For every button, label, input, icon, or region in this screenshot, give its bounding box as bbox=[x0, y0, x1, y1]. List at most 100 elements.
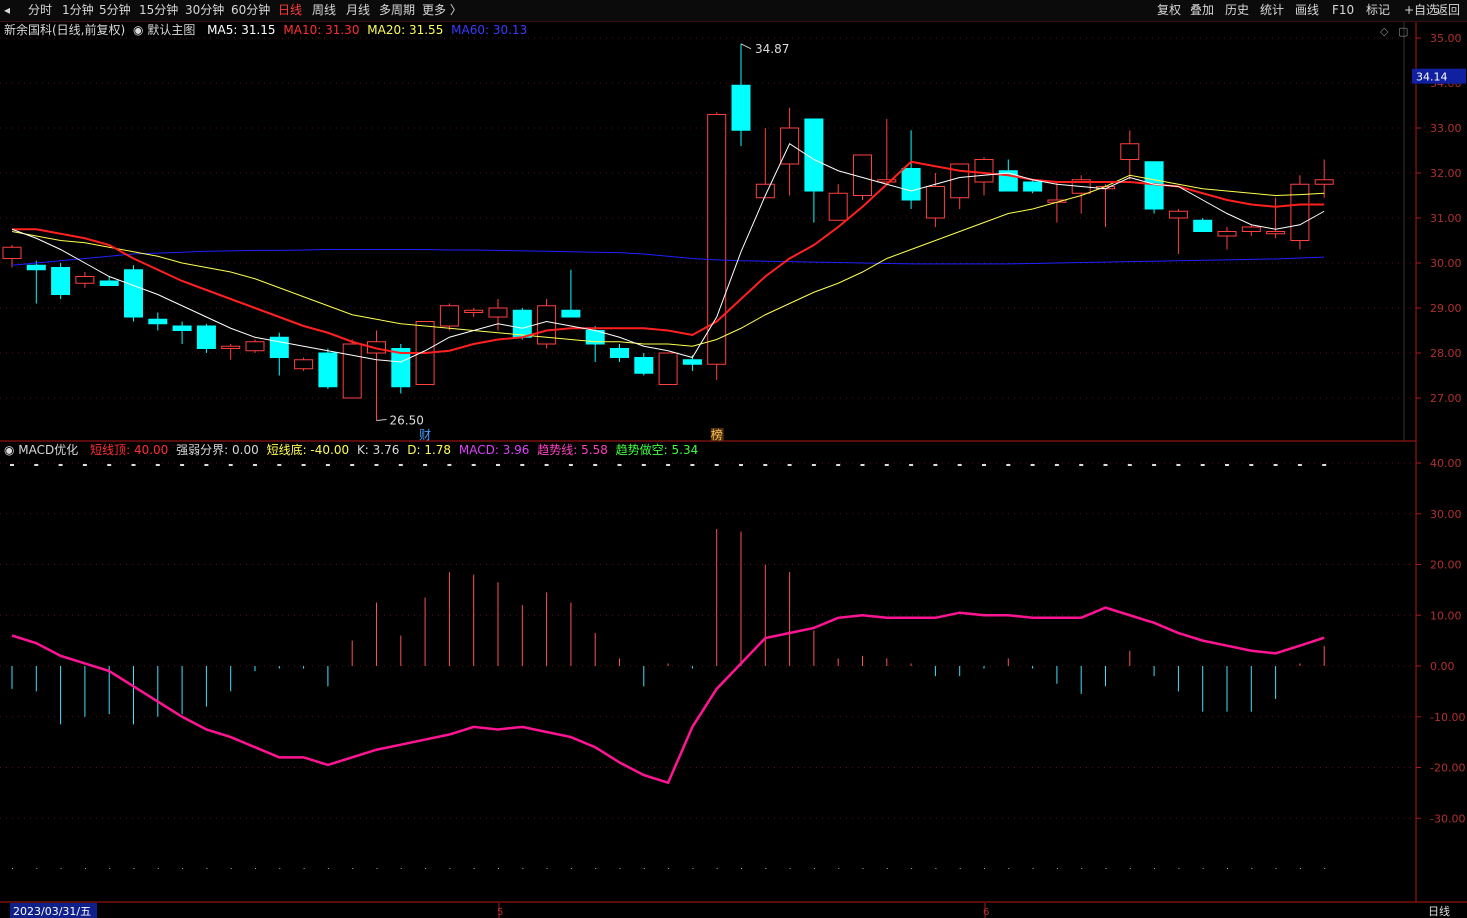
macd-tick-label-3: 10.00 bbox=[1430, 609, 1462, 622]
signal-dash-13 bbox=[325, 464, 330, 466]
signal-dash-27 bbox=[666, 464, 671, 466]
candle-body-51 bbox=[1241, 226, 1261, 232]
bottom-dot-15 bbox=[376, 868, 378, 869]
signal-dash-44 bbox=[1079, 464, 1084, 466]
bottom-dot-25 bbox=[619, 868, 621, 869]
signal-dash-45 bbox=[1103, 464, 1108, 466]
signal-dash-17 bbox=[423, 464, 428, 466]
macd-tick-label-7: -30.00 bbox=[1430, 812, 1465, 825]
bottom-dot-23 bbox=[570, 868, 572, 869]
signal-dash-21 bbox=[520, 464, 525, 466]
macd-tick-label-5: -10.00 bbox=[1430, 711, 1465, 724]
candle-body-48 bbox=[1168, 210, 1188, 219]
signal-dash-9 bbox=[228, 464, 233, 466]
candle-body-37 bbox=[901, 168, 921, 201]
candle-body-14 bbox=[342, 343, 362, 399]
candle-body-26 bbox=[634, 357, 654, 374]
candle-body-54 bbox=[1314, 179, 1334, 185]
bottom-dot-52 bbox=[1275, 868, 1277, 869]
signal-dash-22 bbox=[544, 464, 549, 466]
candle-body-13 bbox=[318, 352, 338, 388]
bottom-dot-0 bbox=[12, 868, 13, 869]
bottom-dot-12 bbox=[303, 868, 305, 869]
bottom-dot-1 bbox=[36, 868, 38, 869]
price-tick-label-8: 35.00 bbox=[1430, 32, 1462, 45]
candle-body-3 bbox=[75, 276, 95, 284]
bottom-dot-24 bbox=[595, 868, 597, 869]
low-label: 26.50 bbox=[390, 414, 424, 428]
signal-dash-34 bbox=[836, 464, 841, 466]
bottom-dot-2 bbox=[60, 868, 62, 869]
bottom-dot-3 bbox=[84, 868, 86, 869]
bottom-dot-42 bbox=[1032, 868, 1034, 869]
signal-dash-52 bbox=[1273, 464, 1278, 466]
bottom-dot-35 bbox=[862, 868, 864, 869]
signal-dash-48 bbox=[1176, 464, 1181, 466]
signal-dash-7 bbox=[180, 464, 185, 466]
price-tick-label-5: 32.00 bbox=[1430, 167, 1462, 180]
signal-dash-49 bbox=[1200, 464, 1205, 466]
candle-body-4 bbox=[99, 280, 119, 286]
signal-dash-0 bbox=[10, 464, 14, 466]
diamond-icon[interactable]: ◇ bbox=[1380, 25, 1389, 38]
signal-dash-1 bbox=[34, 464, 39, 466]
signal-dash-54 bbox=[1322, 464, 1327, 466]
bottom-dot-47 bbox=[1154, 868, 1156, 869]
signal-dash-20 bbox=[496, 464, 500, 466]
candle-body-36 bbox=[877, 179, 897, 183]
settings-icon[interactable]: ▢ bbox=[1398, 25, 1408, 38]
month6-label: 6 bbox=[983, 907, 989, 918]
signal-dash-14 bbox=[350, 464, 355, 466]
candle-body-42 bbox=[1023, 181, 1043, 192]
signal-dash-19 bbox=[471, 464, 476, 466]
bottom-dot-28 bbox=[692, 868, 694, 869]
period-label: 日线 bbox=[1428, 904, 1450, 918]
bottom-dot-41 bbox=[1008, 868, 1010, 869]
bottom-dot-49 bbox=[1202, 868, 1204, 869]
candle-body-1 bbox=[26, 264, 46, 271]
bottom-dot-18 bbox=[449, 868, 451, 869]
signal-dash-42 bbox=[1030, 464, 1035, 466]
trend-line bbox=[11, 606, 1325, 785]
candle-body-52 bbox=[1266, 231, 1286, 235]
stock-chart[interactable]: 27.0028.0029.0030.0031.0032.0033.0034.00… bbox=[0, 0, 1467, 918]
high-arrow bbox=[740, 43, 752, 50]
bottom-dot-13 bbox=[327, 868, 329, 869]
bottom-dot-30 bbox=[741, 868, 742, 869]
candle-body-0 bbox=[2, 246, 22, 259]
ma60-line bbox=[11, 249, 1325, 266]
bottom-dot-34 bbox=[838, 868, 840, 869]
low-arrow bbox=[376, 419, 387, 421]
candle-body-7 bbox=[172, 325, 192, 331]
signal-dash-43 bbox=[1054, 464, 1059, 466]
signal-dash-51 bbox=[1249, 464, 1254, 466]
bottom-dot-20 bbox=[498, 868, 499, 869]
signal-dash-10 bbox=[253, 464, 257, 466]
signal-dash-39 bbox=[957, 464, 962, 466]
bottom-dot-22 bbox=[546, 868, 548, 869]
bottom-dot-31 bbox=[765, 868, 767, 869]
bottom-dot-50 bbox=[1227, 868, 1228, 869]
price-tick-label-3: 30.00 bbox=[1430, 257, 1462, 270]
bottom-dot-8 bbox=[206, 868, 208, 869]
ma10-line bbox=[12, 160, 1325, 354]
signal-dash-37 bbox=[909, 464, 914, 466]
macd-tick-label-1: 30.00 bbox=[1430, 508, 1462, 521]
candle-body-2 bbox=[51, 267, 71, 295]
bottom-dot-16 bbox=[400, 868, 402, 869]
bottom-dot-37 bbox=[911, 868, 913, 869]
candle-body-12 bbox=[294, 359, 314, 370]
signal-dash-26 bbox=[641, 464, 646, 466]
signal-dash-15 bbox=[374, 464, 379, 466]
signal-dash-8 bbox=[204, 464, 209, 466]
signal-dash-24 bbox=[593, 464, 598, 466]
candle-body-9 bbox=[221, 345, 241, 349]
signal-dash-32 bbox=[787, 464, 792, 466]
bottom-dot-39 bbox=[959, 868, 961, 869]
bottom-dot-40 bbox=[984, 868, 985, 869]
signal-dash-50 bbox=[1225, 464, 1229, 466]
signal-dash-47 bbox=[1152, 464, 1157, 466]
bottom-dot-54 bbox=[1324, 868, 1326, 869]
candle-body-53 bbox=[1290, 183, 1310, 241]
price-tick-label-1: 28.00 bbox=[1430, 347, 1462, 360]
